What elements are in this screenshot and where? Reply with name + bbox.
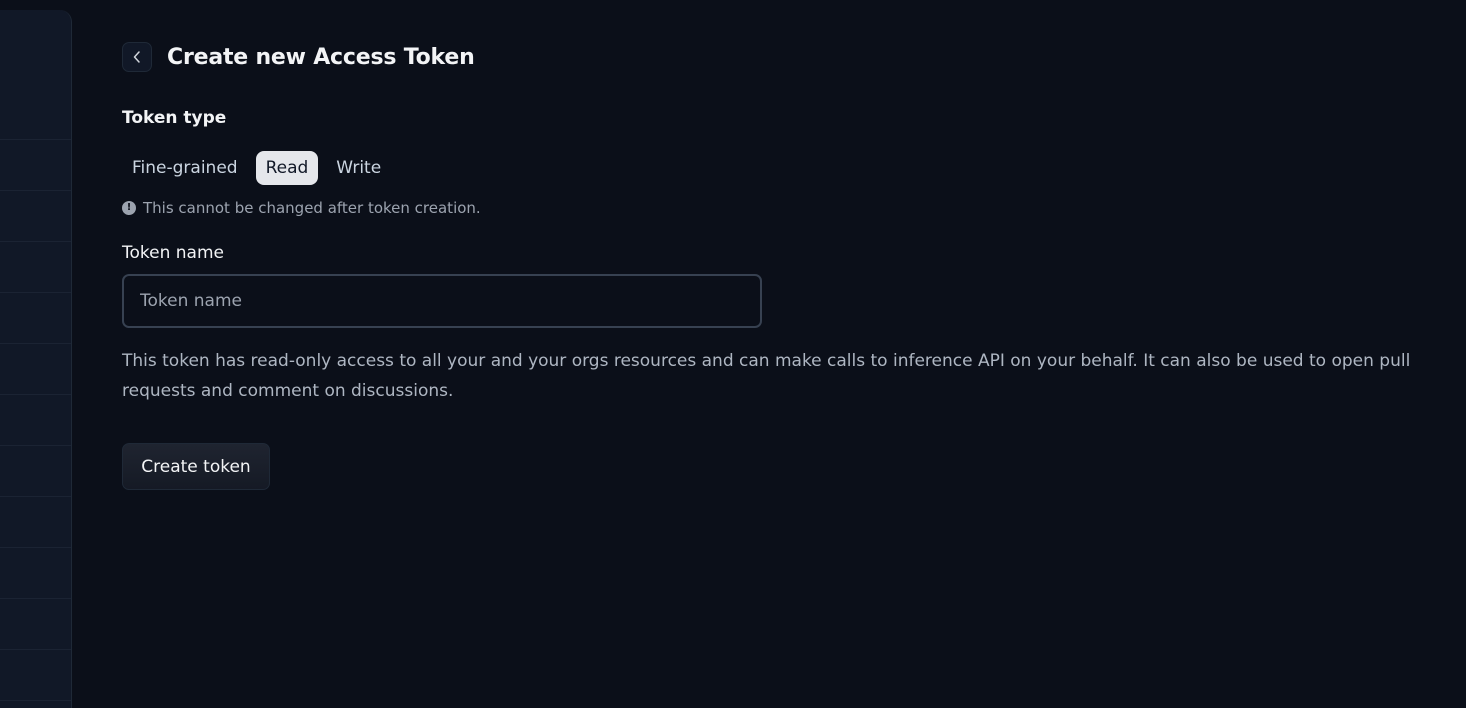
sidebar-row — [0, 395, 71, 446]
back-button[interactable] — [122, 42, 152, 72]
token-type-write[interactable]: Write — [326, 151, 391, 185]
token-type-selector: Fine-grained Read Write — [122, 151, 391, 185]
token-type-label: Token type — [122, 108, 227, 128]
sidebar-row — [0, 650, 71, 701]
token-type-hint: ! This cannot be changed after token cre… — [122, 199, 481, 217]
token-name-label: Token name — [122, 243, 224, 263]
sidebar-row — [0, 191, 71, 242]
sidebar-row — [0, 10, 71, 140]
sidebar-row — [0, 344, 71, 395]
token-description: This token has read-only access to all y… — [122, 351, 1411, 401]
main-content: Create new Access Token Token type Fine-… — [122, 0, 1452, 708]
token-name-input[interactable] — [122, 274, 762, 328]
sidebar-row — [0, 548, 71, 599]
sidebar-row — [0, 497, 71, 548]
sidebar — [0, 10, 72, 708]
exclamation-circle-icon: ! — [122, 201, 136, 215]
chevron-left-icon — [132, 51, 142, 63]
token-type-fine-grained[interactable]: Fine-grained — [122, 151, 248, 185]
token-type-read[interactable]: Read — [255, 151, 319, 185]
page-title: Create new Access Token — [167, 44, 475, 70]
sidebar-row — [0, 446, 71, 497]
create-token-button[interactable]: Create token — [122, 443, 270, 490]
sidebar-row — [0, 140, 71, 191]
sidebar-row — [0, 293, 71, 344]
sidebar-row — [0, 242, 71, 293]
sidebar-row — [0, 599, 71, 650]
page-header: Create new Access Token — [122, 42, 475, 72]
hint-text: This cannot be changed after token creat… — [143, 199, 481, 217]
